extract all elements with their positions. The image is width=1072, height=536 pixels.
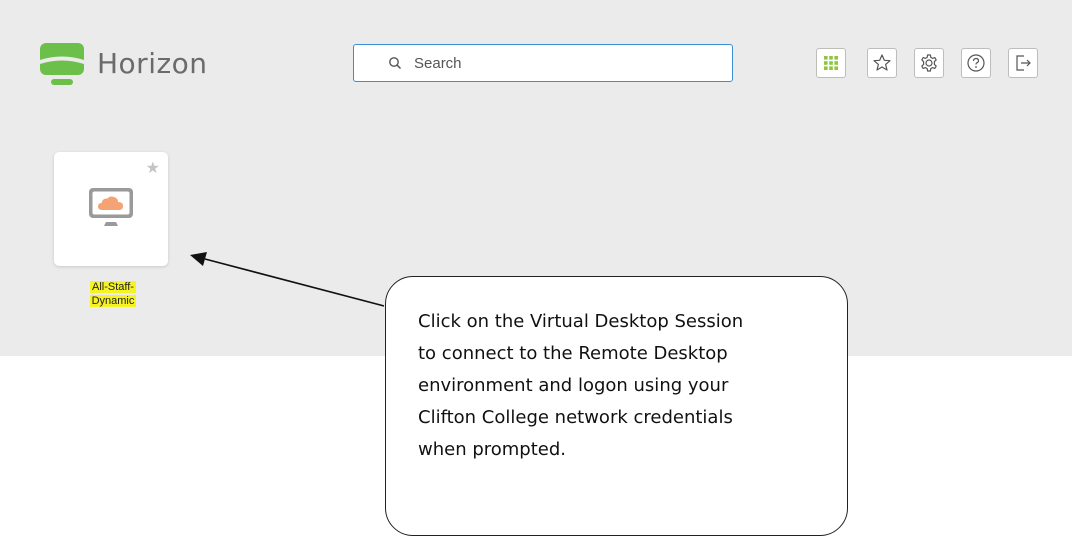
annotation-line: environment and logon using your (418, 375, 729, 396)
annotation-line: Click on the Virtual Desktop Session (418, 311, 744, 332)
annotation-line: Clifton College network credentials (418, 407, 733, 428)
annotation-text: Click on the Virtual Desktop Session to … (418, 306, 838, 466)
annotation-line: when prompted. (418, 439, 567, 460)
annotation-line: to connect to the Remote Desktop (418, 343, 728, 364)
